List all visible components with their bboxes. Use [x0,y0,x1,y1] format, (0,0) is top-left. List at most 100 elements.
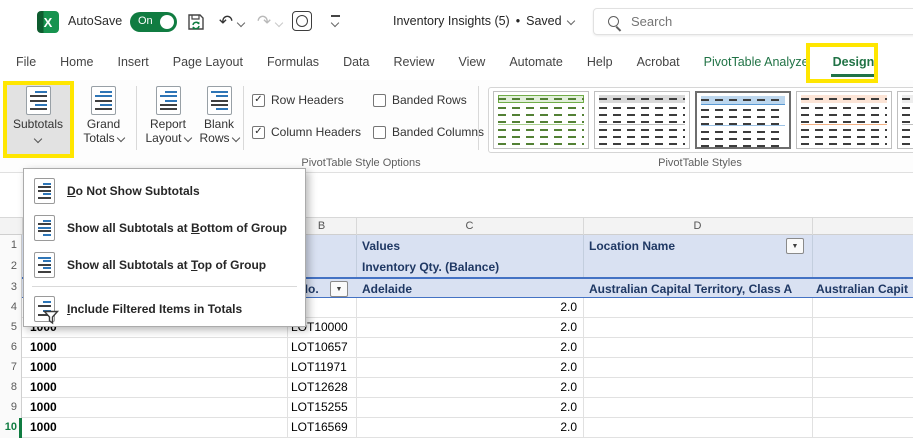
customize-qat-button[interactable] [330,15,342,29]
menu-item-do-not-show-subtotals[interactable]: Do Not Show Subtotals [24,172,305,209]
tab-pivottable-analyze[interactable]: PivotTable Analyze [702,51,811,73]
cell-adelaide[interactable]: Adelaide [362,282,412,296]
cell-qty[interactable]: 2.0 [356,300,577,314]
blank-rows-icon [207,86,232,115]
row-number-5[interactable]: 5 [0,321,17,333]
cell-item-no[interactable]: 1000 [30,380,57,394]
cell-qty[interactable]: 2.0 [356,360,577,374]
document-title-area[interactable]: Inventory Insights (5) • Saved [393,14,574,28]
cell-qty[interactable]: 2.0 [356,320,577,334]
style-thumb-orange[interactable] [796,91,892,149]
tab-design[interactable]: Design [831,51,877,73]
tab-insert[interactable]: Insert [116,51,151,73]
cell-act-class-a[interactable]: Australian Capital Territory, Class A [589,282,792,296]
row-headers-checkbox[interactable]: ✓ Row Headers [252,93,344,107]
ribbon-separator [243,86,244,150]
column-header-c[interactable]: C [356,220,583,232]
row-number-2[interactable]: 2 [0,260,17,272]
cell-location-name[interactable]: Location Name [589,239,675,253]
cell-measure-label[interactable]: Inventory Qty. (Balance) [362,260,499,274]
undo-chevron-icon[interactable] [237,19,245,27]
save-button[interactable] [184,10,208,34]
subtotals-bottom-icon [34,215,55,241]
subtotals-none-icon [34,178,55,204]
tab-formulas[interactable]: Formulas [265,51,321,73]
blank-rows-button[interactable]: Blank Rows [197,84,241,156]
undo-button[interactable]: ↶ [216,10,236,34]
title-separator: • [516,14,520,28]
table-row: 1000 LOT12628 2.0 [22,378,913,398]
search-icon [608,16,619,27]
cell-lot-no[interactable]: LOT11971 [291,360,347,374]
tab-data[interactable]: Data [341,51,371,73]
location-name-filter-button[interactable]: ▼ [786,238,804,254]
qat-more-bar [331,15,340,17]
tab-view[interactable]: View [456,51,487,73]
subtotals-chevron-icon [34,135,42,143]
row-number-1[interactable]: 1 [0,239,17,251]
table-row: 1000 LOT16569 2.0 [22,418,913,438]
column-headers-checkbox[interactable]: ✓ Column Headers [252,125,361,139]
ribbon-separator [136,86,137,150]
row-number-9[interactable]: 9 [0,401,17,413]
tab-acrobat[interactable]: Acrobat [635,51,682,73]
column-header-d[interactable]: D [583,220,812,232]
banded-columns-checkbox[interactable]: Banded Columns [373,125,484,139]
search-input[interactable] [629,13,833,30]
excel-logo-icon[interactable]: X [37,11,59,33]
table-row: 1000 LOT15255 2.0 [22,398,913,418]
cell-act-class-b-clipped[interactable]: Australian Capit [816,282,908,296]
cell-qty[interactable]: 2.0 [356,340,577,354]
pivottable-styles-gallery [488,87,913,153]
menu-item-subtotals-top[interactable]: Show all Subtotals at Top of Group [24,246,305,283]
stamp-icon[interactable] [292,11,312,31]
cell-item-no[interactable]: 1000 [30,400,57,414]
cell-item-no[interactable]: 1000 [30,420,57,434]
cell-lot-no[interactable]: LOT16569 [291,420,348,434]
tab-home[interactable]: Home [58,51,95,73]
banded-rows-checkbox[interactable]: Banded Rows [373,93,467,107]
cell-lot-no[interactable]: LOT15255 [291,400,348,414]
row-number-6[interactable]: 6 [0,341,17,353]
cell-item-no[interactable]: 1000 [30,340,57,354]
menu-item-include-filtered-items[interactable]: Include Filtered Items in Totals [24,290,305,327]
subtotals-button[interactable]: Subtotals [6,84,70,156]
cell-item-no[interactable]: 1000 [30,360,57,374]
row-number-8[interactable]: 8 [0,381,17,393]
search-box[interactable] [593,8,913,35]
lot-no-filter-button[interactable]: ▼ [330,281,348,297]
report-layout-label: Report Layout [145,117,186,145]
cell-qty[interactable]: 2.0 [356,380,577,394]
cell-values-label[interactable]: Values [362,239,400,253]
row-number-7[interactable]: 7 [0,361,17,373]
subtotals-dropdown-menu: Do Not Show Subtotals Show all Subtotals… [23,168,306,327]
redo-chevron-icon [275,19,283,27]
grand-totals-button[interactable]: Grand Totals [75,84,132,156]
style-thumb-gray[interactable] [594,91,690,149]
row-number-4[interactable]: 4 [0,301,17,313]
tab-review[interactable]: Review [391,51,436,73]
style-thumb-plain[interactable] [897,91,913,149]
tab-file[interactable]: File [14,51,38,73]
cell-qty[interactable]: 2.0 [356,400,577,414]
autosave-toggle[interactable]: On [130,12,177,32]
autosave-state: On [138,15,153,27]
tab-automate[interactable]: Automate [507,51,565,73]
row-number-10[interactable]: 10 [0,421,17,433]
table-row: 1000 LOT10657 2.0 [22,338,913,358]
cell-lot-no[interactable]: LOT10657 [291,340,348,354]
menu-item-subtotals-bottom[interactable]: Show all Subtotals at Bottom of Group [24,209,305,246]
style-thumb-blue-selected[interactable] [695,91,791,149]
stamp-inner-circle [296,15,308,27]
toggle-knob [160,15,174,29]
cell-lot-no[interactable]: LOT12628 [291,380,348,394]
report-layout-button[interactable]: Report Layout [141,84,195,156]
redo-button[interactable]: ↷ [254,10,274,34]
tab-help[interactable]: Help [585,51,615,73]
row-number-3[interactable]: 3 [0,281,17,293]
cell-qty[interactable]: 2.0 [356,420,577,434]
ribbon-tab-row: File Home Insert Page Layout Formulas Da… [0,44,913,80]
style-thumb-green[interactable] [493,91,589,149]
tab-page-layout[interactable]: Page Layout [171,51,245,73]
qat-more-chevron-icon [331,19,339,27]
